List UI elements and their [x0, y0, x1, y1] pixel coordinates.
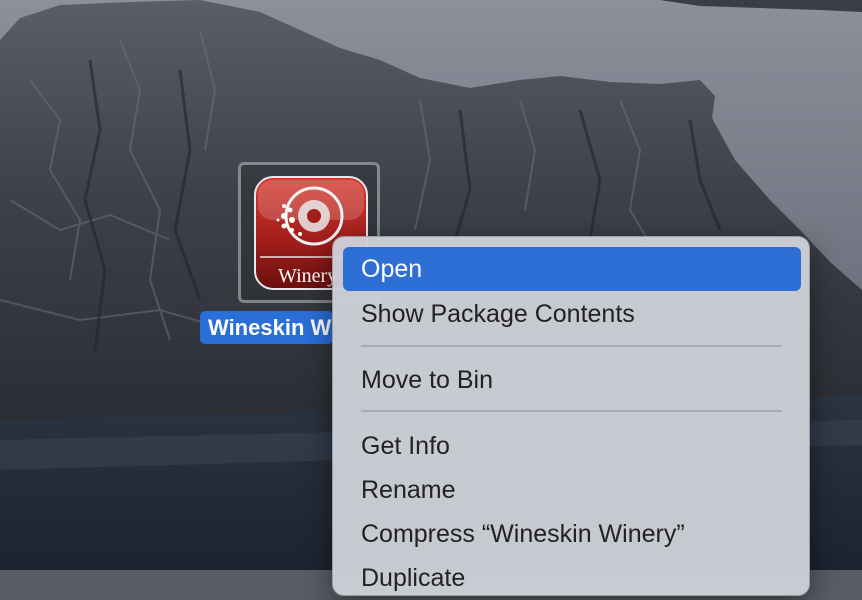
menu-separator: [361, 410, 782, 412]
desktop-icon-label[interactable]: Wineskin W: [200, 311, 333, 344]
menu-item-compress[interactable]: Compress “Wineskin Winery”: [343, 512, 801, 556]
menu-item-open[interactable]: Open: [343, 247, 801, 291]
menu-item-get-info[interactable]: Get Info: [343, 424, 801, 468]
menu-item-duplicate[interactable]: Duplicate: [343, 556, 801, 600]
menu-item-rename[interactable]: Rename: [343, 468, 801, 512]
menu-separator: [361, 345, 782, 347]
menu-item-move-to-bin[interactable]: Move to Bin: [343, 358, 801, 402]
menu-item-show-package-contents[interactable]: Show Package Contents: [343, 292, 801, 336]
context-menu: Open Show Package Contents Move to Bin G…: [332, 236, 810, 596]
app-icon-text: Winery: [278, 265, 337, 287]
